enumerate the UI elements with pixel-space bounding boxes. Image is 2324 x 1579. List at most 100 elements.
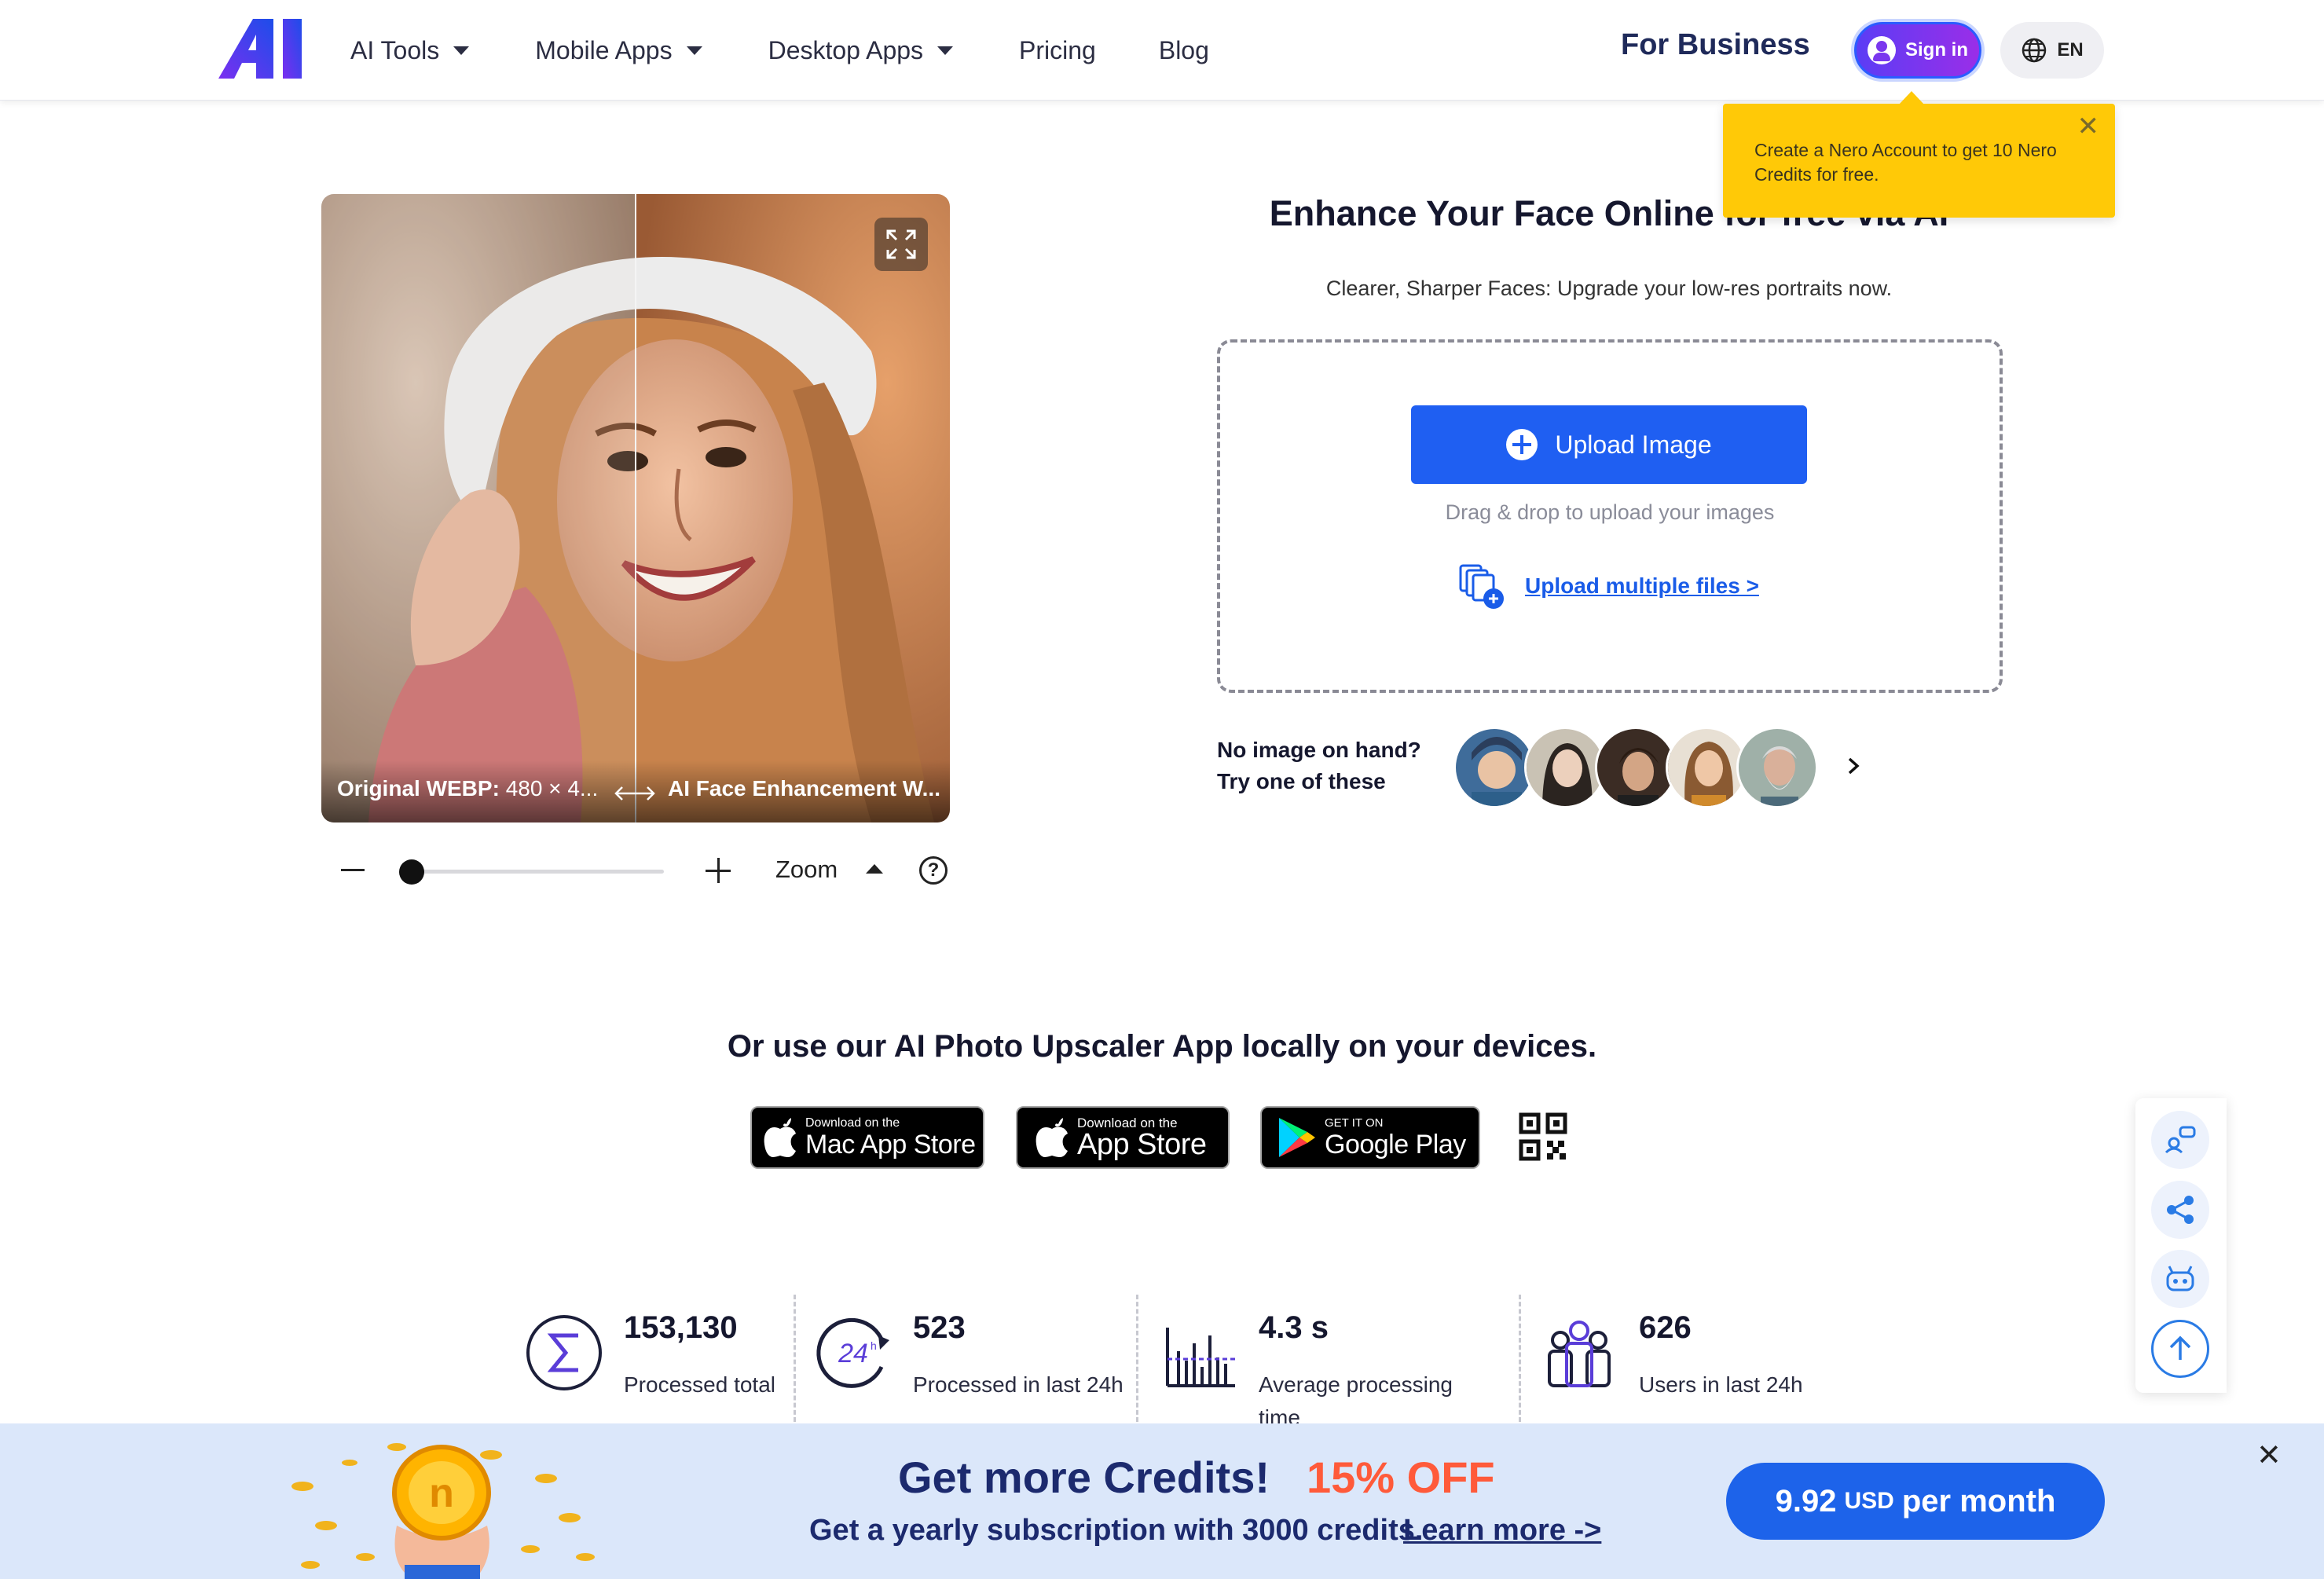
stat-divider bbox=[1136, 1295, 1138, 1422]
zoom-out-button[interactable] bbox=[341, 869, 365, 871]
page-subtitle: Clearer, Sharper Faces: Upgrade your low… bbox=[1325, 277, 1893, 300]
ios-badge-text: Download on the App Store bbox=[1077, 1116, 1207, 1161]
close-icon[interactable]: ✕ bbox=[2256, 1438, 2282, 1473]
share-button[interactable] bbox=[2151, 1181, 2209, 1239]
bar-chart-icon bbox=[1166, 1328, 1235, 1387]
mac-app-store-badge[interactable]: Download on the Mac App Store bbox=[750, 1106, 984, 1169]
nav-label: Mobile Apps bbox=[535, 35, 673, 64]
apple-icon bbox=[764, 1118, 796, 1157]
zoom-controls: Zoom ? bbox=[338, 848, 959, 896]
promo-title: Get more Credits! bbox=[898, 1453, 1270, 1502]
coin-hand-illustration: n bbox=[291, 1443, 595, 1579]
chevron-down-icon bbox=[937, 46, 954, 55]
upload-multiple-link[interactable]: Upload multiple files > bbox=[1457, 560, 1759, 612]
stat-avg-time-value: 4.3 s bbox=[1259, 1310, 1329, 1345]
fullscreen-button[interactable] bbox=[874, 218, 928, 271]
promo-subtitle: Get a yearly subscription with 3000 cred… bbox=[809, 1514, 1424, 1547]
close-icon[interactable]: ✕ bbox=[2077, 113, 2100, 140]
plus-circle-icon bbox=[1506, 429, 1538, 460]
nav-ai-tools[interactable]: AI Tools bbox=[350, 35, 470, 65]
tooltip-text: Create a Nero Account to get 10 Nero Cre… bbox=[1754, 140, 2057, 185]
original-caption-label: Original WEBP: bbox=[337, 776, 500, 800]
stat-24h-label: Processed in last 24h bbox=[913, 1372, 1124, 1397]
clock-24h-icon: 24 h bbox=[816, 1317, 889, 1388]
upload-image-button[interactable]: Upload Image bbox=[1411, 405, 1807, 484]
portrait-illustration bbox=[321, 194, 950, 822]
mac-badge-small: Download on the bbox=[805, 1116, 900, 1130]
stat-users-label: Users in last 24h bbox=[1639, 1372, 1803, 1397]
help-icon[interactable]: ? bbox=[919, 856, 948, 885]
apps-title: Or use our AI Photo Upscaler App locally… bbox=[727, 1029, 1597, 1064]
promo-currency: USD bbox=[1844, 1488, 1894, 1514]
sample-prompt-line1: No image on hand? bbox=[1217, 738, 1421, 762]
expand-icon bbox=[886, 229, 916, 259]
nav-label: Desktop Apps bbox=[768, 35, 924, 64]
zoom-slider-track[interactable] bbox=[409, 870, 664, 874]
chevron-down-icon bbox=[686, 46, 702, 55]
globe-icon bbox=[2022, 38, 2047, 63]
nav-desktop-apps[interactable]: Desktop Apps bbox=[768, 35, 954, 65]
sample-image[interactable] bbox=[1453, 727, 1535, 808]
promo-price: 9.92 bbox=[1775, 1483, 1837, 1519]
nav-label: Blog bbox=[1158, 35, 1209, 64]
sample-prompt-line2: Try one of these bbox=[1217, 769, 1386, 793]
google-play-icon bbox=[1279, 1118, 1315, 1157]
sample-image[interactable] bbox=[1524, 727, 1606, 808]
site-logo[interactable] bbox=[218, 19, 306, 80]
play-badge-big: Google Play bbox=[1325, 1130, 1466, 1160]
sample-image[interactable] bbox=[1736, 727, 1818, 808]
learn-more-link[interactable]: Learn more -> bbox=[1403, 1514, 1601, 1548]
zoom-in-button[interactable] bbox=[706, 856, 734, 885]
chevron-down-icon bbox=[453, 46, 470, 55]
feedback-button[interactable] bbox=[2151, 1111, 2209, 1169]
top-navbar: AI Tools Mobile Apps Desktop Apps Pricin… bbox=[0, 0, 2324, 101]
language-label: EN bbox=[2057, 39, 2084, 60]
scroll-top-button[interactable] bbox=[2151, 1320, 2209, 1378]
compare-slider-handle-icon[interactable] bbox=[613, 782, 657, 805]
mac-badge-big: Mac App Store bbox=[805, 1130, 976, 1160]
stat-divider bbox=[1519, 1295, 1521, 1422]
language-selector[interactable]: EN bbox=[2000, 22, 2104, 79]
svg-text:h: h bbox=[871, 1339, 877, 1352]
sign-in-button[interactable]: Sign in bbox=[1854, 22, 1981, 79]
promo-discount: 15% OFF bbox=[1307, 1453, 1495, 1502]
upload-multiple-label: Upload multiple files > bbox=[1525, 573, 1759, 598]
sample-image[interactable] bbox=[1595, 727, 1677, 808]
svg-text:n: n bbox=[429, 1471, 454, 1516]
stat-users-value: 626 bbox=[1639, 1310, 1692, 1345]
feedback-icon bbox=[2165, 1126, 2196, 1154]
ios-badge-big: App Store bbox=[1077, 1128, 1207, 1161]
apple-icon bbox=[1036, 1118, 1068, 1157]
before-after-image[interactable] bbox=[321, 194, 950, 822]
play-badge-small: GET IT ON bbox=[1325, 1116, 1384, 1130]
sigma-icon bbox=[526, 1315, 602, 1390]
nav-mobile-apps[interactable]: Mobile Apps bbox=[535, 36, 702, 65]
share-icon bbox=[2167, 1196, 2194, 1224]
sample-image[interactable] bbox=[1666, 727, 1747, 808]
ai-assistant-button[interactable] bbox=[2151, 1250, 2209, 1308]
subscribe-button[interactable]: 9.92 USD per month bbox=[1726, 1463, 2105, 1540]
nav-blog[interactable]: Blog bbox=[1159, 36, 1209, 65]
mac-badge-text: Download on the Mac App Store bbox=[805, 1116, 976, 1159]
upload-button-label: Upload Image bbox=[1555, 430, 1712, 459]
svg-text:24: 24 bbox=[838, 1339, 868, 1368]
robot-icon bbox=[2166, 1266, 2194, 1291]
chevron-right-icon[interactable] bbox=[1842, 754, 1865, 778]
nav-pricing[interactable]: Pricing bbox=[1019, 36, 1096, 65]
stat-processed-total-value: 153,130 bbox=[624, 1310, 738, 1345]
main-nav: AI Tools Mobile Apps Desktop Apps Pricin… bbox=[350, 0, 1275, 101]
google-play-badge[interactable]: GET IT ON Google Play bbox=[1260, 1106, 1480, 1169]
account-credits-tooltip: ✕ Create a Nero Account to get 10 Nero C… bbox=[1723, 91, 2115, 218]
nav-label: AI Tools bbox=[350, 35, 440, 64]
arrow-up-icon bbox=[2169, 1335, 2191, 1360]
stat-divider bbox=[794, 1295, 796, 1422]
zoom-slider-knob[interactable] bbox=[399, 859, 424, 885]
promo-period: per month bbox=[1901, 1483, 2056, 1519]
sign-in-label: Sign in bbox=[1905, 39, 1968, 60]
stat-processed-total-label: Processed total bbox=[624, 1372, 775, 1397]
users-icon bbox=[1548, 1321, 1611, 1387]
chevron-up-icon[interactable] bbox=[866, 864, 883, 874]
for-business-link[interactable]: For Business bbox=[1621, 28, 1810, 62]
ios-app-store-badge[interactable]: Download on the App Store bbox=[1016, 1106, 1230, 1169]
qr-code-icon[interactable] bbox=[1519, 1112, 1567, 1161]
